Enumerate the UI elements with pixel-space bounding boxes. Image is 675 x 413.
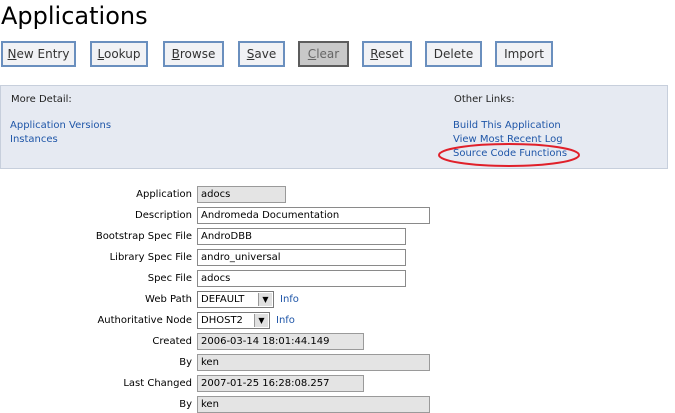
instances-link[interactable]: Instances (10, 134, 58, 145)
clear-label: lear (316, 47, 340, 61)
new-entry-label: ew Entry (16, 47, 70, 61)
browse-label: rowse (179, 47, 216, 61)
web-path-label: Web Path (145, 294, 192, 305)
delete-button[interactable]: Delete (425, 41, 482, 67)
page-title: Applications (1, 2, 148, 30)
changed-by-label: By (179, 399, 192, 410)
browse-button[interactable]: Browse (163, 41, 224, 67)
web-path-value: DEFAULT (201, 294, 245, 305)
chevron-down-icon[interactable]: ▼ (258, 293, 272, 306)
browse-accesskey: B (171, 47, 180, 61)
web-path-select[interactable]: DEFAULT ▼ (197, 291, 274, 308)
reset-accesskey: R (370, 47, 379, 61)
library-spec-field[interactable]: andro_universal (197, 249, 406, 266)
lookup-button[interactable]: Lookup (90, 41, 148, 67)
web-path-info-link[interactable]: Info (280, 294, 299, 305)
application-label: Application (136, 189, 192, 200)
bootstrap-spec-label: Bootstrap Spec File (95, 231, 192, 242)
import-button[interactable]: Import (495, 41, 553, 67)
reset-button[interactable]: Reset (362, 41, 412, 67)
lookup-label: ookup (103, 47, 141, 61)
authoritative-node-select[interactable]: DHOST2 ▼ (197, 312, 270, 329)
reset-label: eset (378, 47, 404, 61)
annotation-ellipse (438, 143, 580, 167)
new-entry-button[interactable]: New Entry (1, 41, 76, 67)
authoritative-node-label: Authoritative Node (97, 315, 192, 326)
spec-file-field[interactable]: adocs (197, 270, 406, 287)
last-changed-field[interactable]: 2007-01-25 16:28:08.257 (197, 375, 364, 392)
save-button[interactable]: Save (238, 41, 285, 67)
spec-file-label: Spec File (147, 273, 192, 284)
build-application-link[interactable]: Build This Application (453, 120, 561, 131)
created-by-field[interactable]: ken (197, 354, 430, 371)
description-label: Description (135, 210, 192, 221)
created-label: Created (152, 336, 192, 347)
chevron-down-icon[interactable]: ▼ (254, 314, 268, 327)
created-by-label: By (179, 357, 192, 368)
application-field[interactable]: adocs (197, 186, 286, 203)
more-detail-heading: More Detail: (11, 94, 72, 105)
authoritative-node-info-link[interactable]: Info (276, 315, 295, 326)
application-versions-link[interactable]: Application Versions (10, 120, 111, 131)
last-changed-label: Last Changed (123, 378, 192, 389)
new-entry-accesskey: N (7, 47, 17, 61)
created-field[interactable]: 2006-03-14 18:01:44.149 (197, 333, 364, 350)
changed-by-field[interactable]: ken (197, 396, 430, 413)
library-spec-label: Library Spec File (109, 252, 192, 263)
authoritative-node-value: DHOST2 (201, 315, 243, 326)
bootstrap-spec-field[interactable]: AndroDBB (197, 228, 406, 245)
clear-accesskey: C (307, 47, 317, 61)
clear-button[interactable]: Clear (298, 41, 349, 67)
save-label: ave (254, 47, 277, 61)
other-links-heading: Other Links: (454, 94, 515, 105)
description-field[interactable]: Andromeda Documentation (197, 207, 430, 224)
